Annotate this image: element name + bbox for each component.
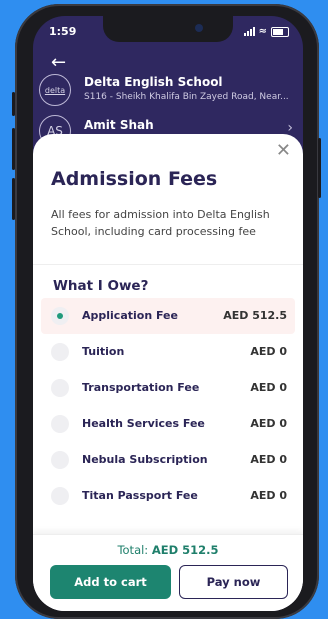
student-name: Amit Shah xyxy=(84,118,154,132)
fee-name: Health Services Fee xyxy=(82,417,205,430)
fee-name: Tuition xyxy=(82,345,125,358)
fee-row[interactable]: Health Services Fee AED 0 xyxy=(41,406,295,442)
checkout-footer: Total: AED 512.5 Add to cart Pay now xyxy=(33,534,303,611)
fee-amount: AED 0 xyxy=(250,489,287,502)
fee-row[interactable]: Transportation Fee AED 0 xyxy=(41,370,295,406)
school-header: delta Delta English School S116 - Sheikh… xyxy=(39,74,303,106)
school-logo: delta xyxy=(39,74,71,106)
fee-radio[interactable] xyxy=(51,415,69,433)
total-summary: Total: AED 512.5 xyxy=(33,543,303,557)
fee-radio[interactable] xyxy=(51,307,69,325)
phone-side-button xyxy=(12,178,15,220)
phone-side-button xyxy=(12,92,15,116)
fee-list: Application Fee AED 512.5 Tuition AED 0 … xyxy=(41,298,295,514)
sheet-title: Admission Fees xyxy=(51,168,218,190)
admission-fees-sheet: ✕ Admission Fees All fees for admission … xyxy=(33,134,303,611)
fee-radio[interactable] xyxy=(51,379,69,397)
fee-row[interactable]: Nebula Subscription AED 0 xyxy=(41,442,295,478)
add-to-cart-button[interactable]: Add to cart xyxy=(50,565,171,599)
school-name: Delta English School xyxy=(84,75,223,89)
status-bar: 1:59 ≈ xyxy=(49,25,289,41)
section-title: What I Owe? xyxy=(53,278,149,294)
fee-amount: AED 0 xyxy=(250,453,287,466)
fee-row[interactable]: Titan Passport Fee AED 0 xyxy=(41,478,295,514)
fee-amount: AED 0 xyxy=(250,345,287,358)
back-arrow-icon[interactable]: ← xyxy=(51,52,66,73)
close-icon[interactable]: ✕ xyxy=(276,140,291,161)
pay-now-button[interactable]: Pay now xyxy=(179,565,288,599)
battery-icon xyxy=(271,26,289,37)
phone-side-button xyxy=(318,138,321,198)
fee-name: Titan Passport Fee xyxy=(82,489,198,502)
fee-row[interactable]: Tuition AED 0 xyxy=(41,334,295,370)
sheet-description: All fees for admission into Delta Englis… xyxy=(51,208,270,238)
status-time: 1:59 xyxy=(49,25,77,38)
divider xyxy=(33,264,303,265)
phone-side-button xyxy=(12,128,15,170)
fee-amount: AED 0 xyxy=(250,417,287,430)
total-value: AED 512.5 xyxy=(151,543,219,557)
signal-icon xyxy=(243,27,255,36)
fee-name: Transportation Fee xyxy=(82,381,200,394)
fee-amount: AED 0 xyxy=(250,381,287,394)
fee-name: Nebula Subscription xyxy=(82,453,208,466)
fee-radio[interactable] xyxy=(51,487,69,505)
fee-radio[interactable] xyxy=(51,451,69,469)
status-icons: ≈ xyxy=(243,26,289,37)
fee-amount: AED 512.5 xyxy=(223,309,287,322)
wifi-icon: ≈ xyxy=(258,26,267,37)
chevron-right-icon: › xyxy=(287,120,293,136)
fee-name: Application Fee xyxy=(82,309,178,322)
total-label: Total: xyxy=(117,543,149,557)
fee-row[interactable]: Application Fee AED 512.5 xyxy=(41,298,295,334)
phone-screen: 1:59 ≈ ← delta Delta English School S116… xyxy=(33,16,303,611)
fee-radio[interactable] xyxy=(51,343,69,361)
school-address: S116 - Sheikh Khalifa Bin Zayed Road, Ne… xyxy=(84,92,289,102)
